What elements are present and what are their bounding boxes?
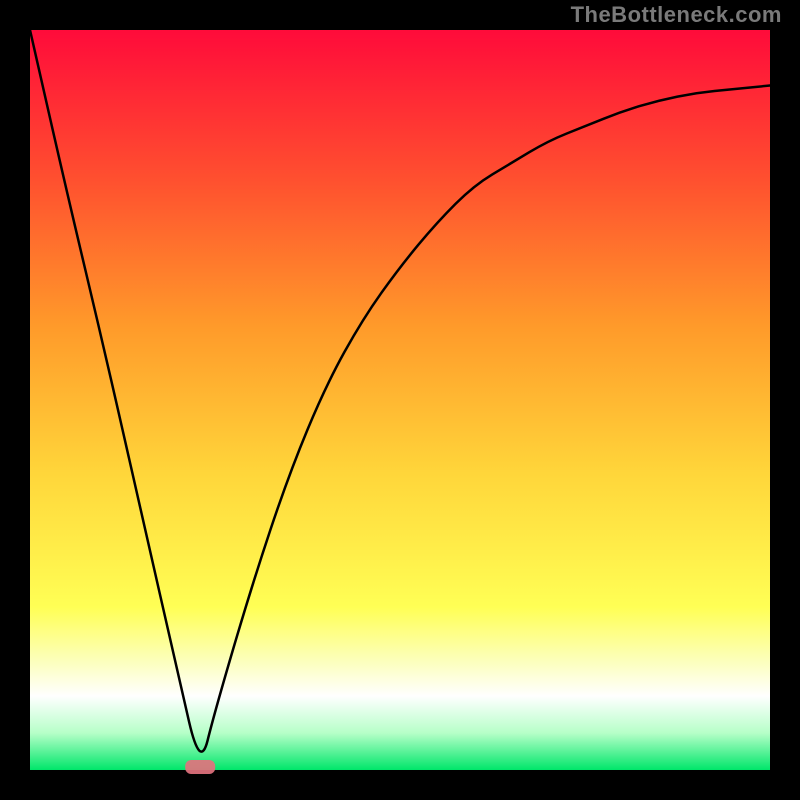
min-marker: [185, 760, 215, 774]
bottleneck-chart: [0, 0, 800, 800]
chart-frame: TheBottleneck.com: [0, 0, 800, 800]
plot-background: [30, 30, 770, 770]
watermark-text: TheBottleneck.com: [571, 2, 782, 28]
